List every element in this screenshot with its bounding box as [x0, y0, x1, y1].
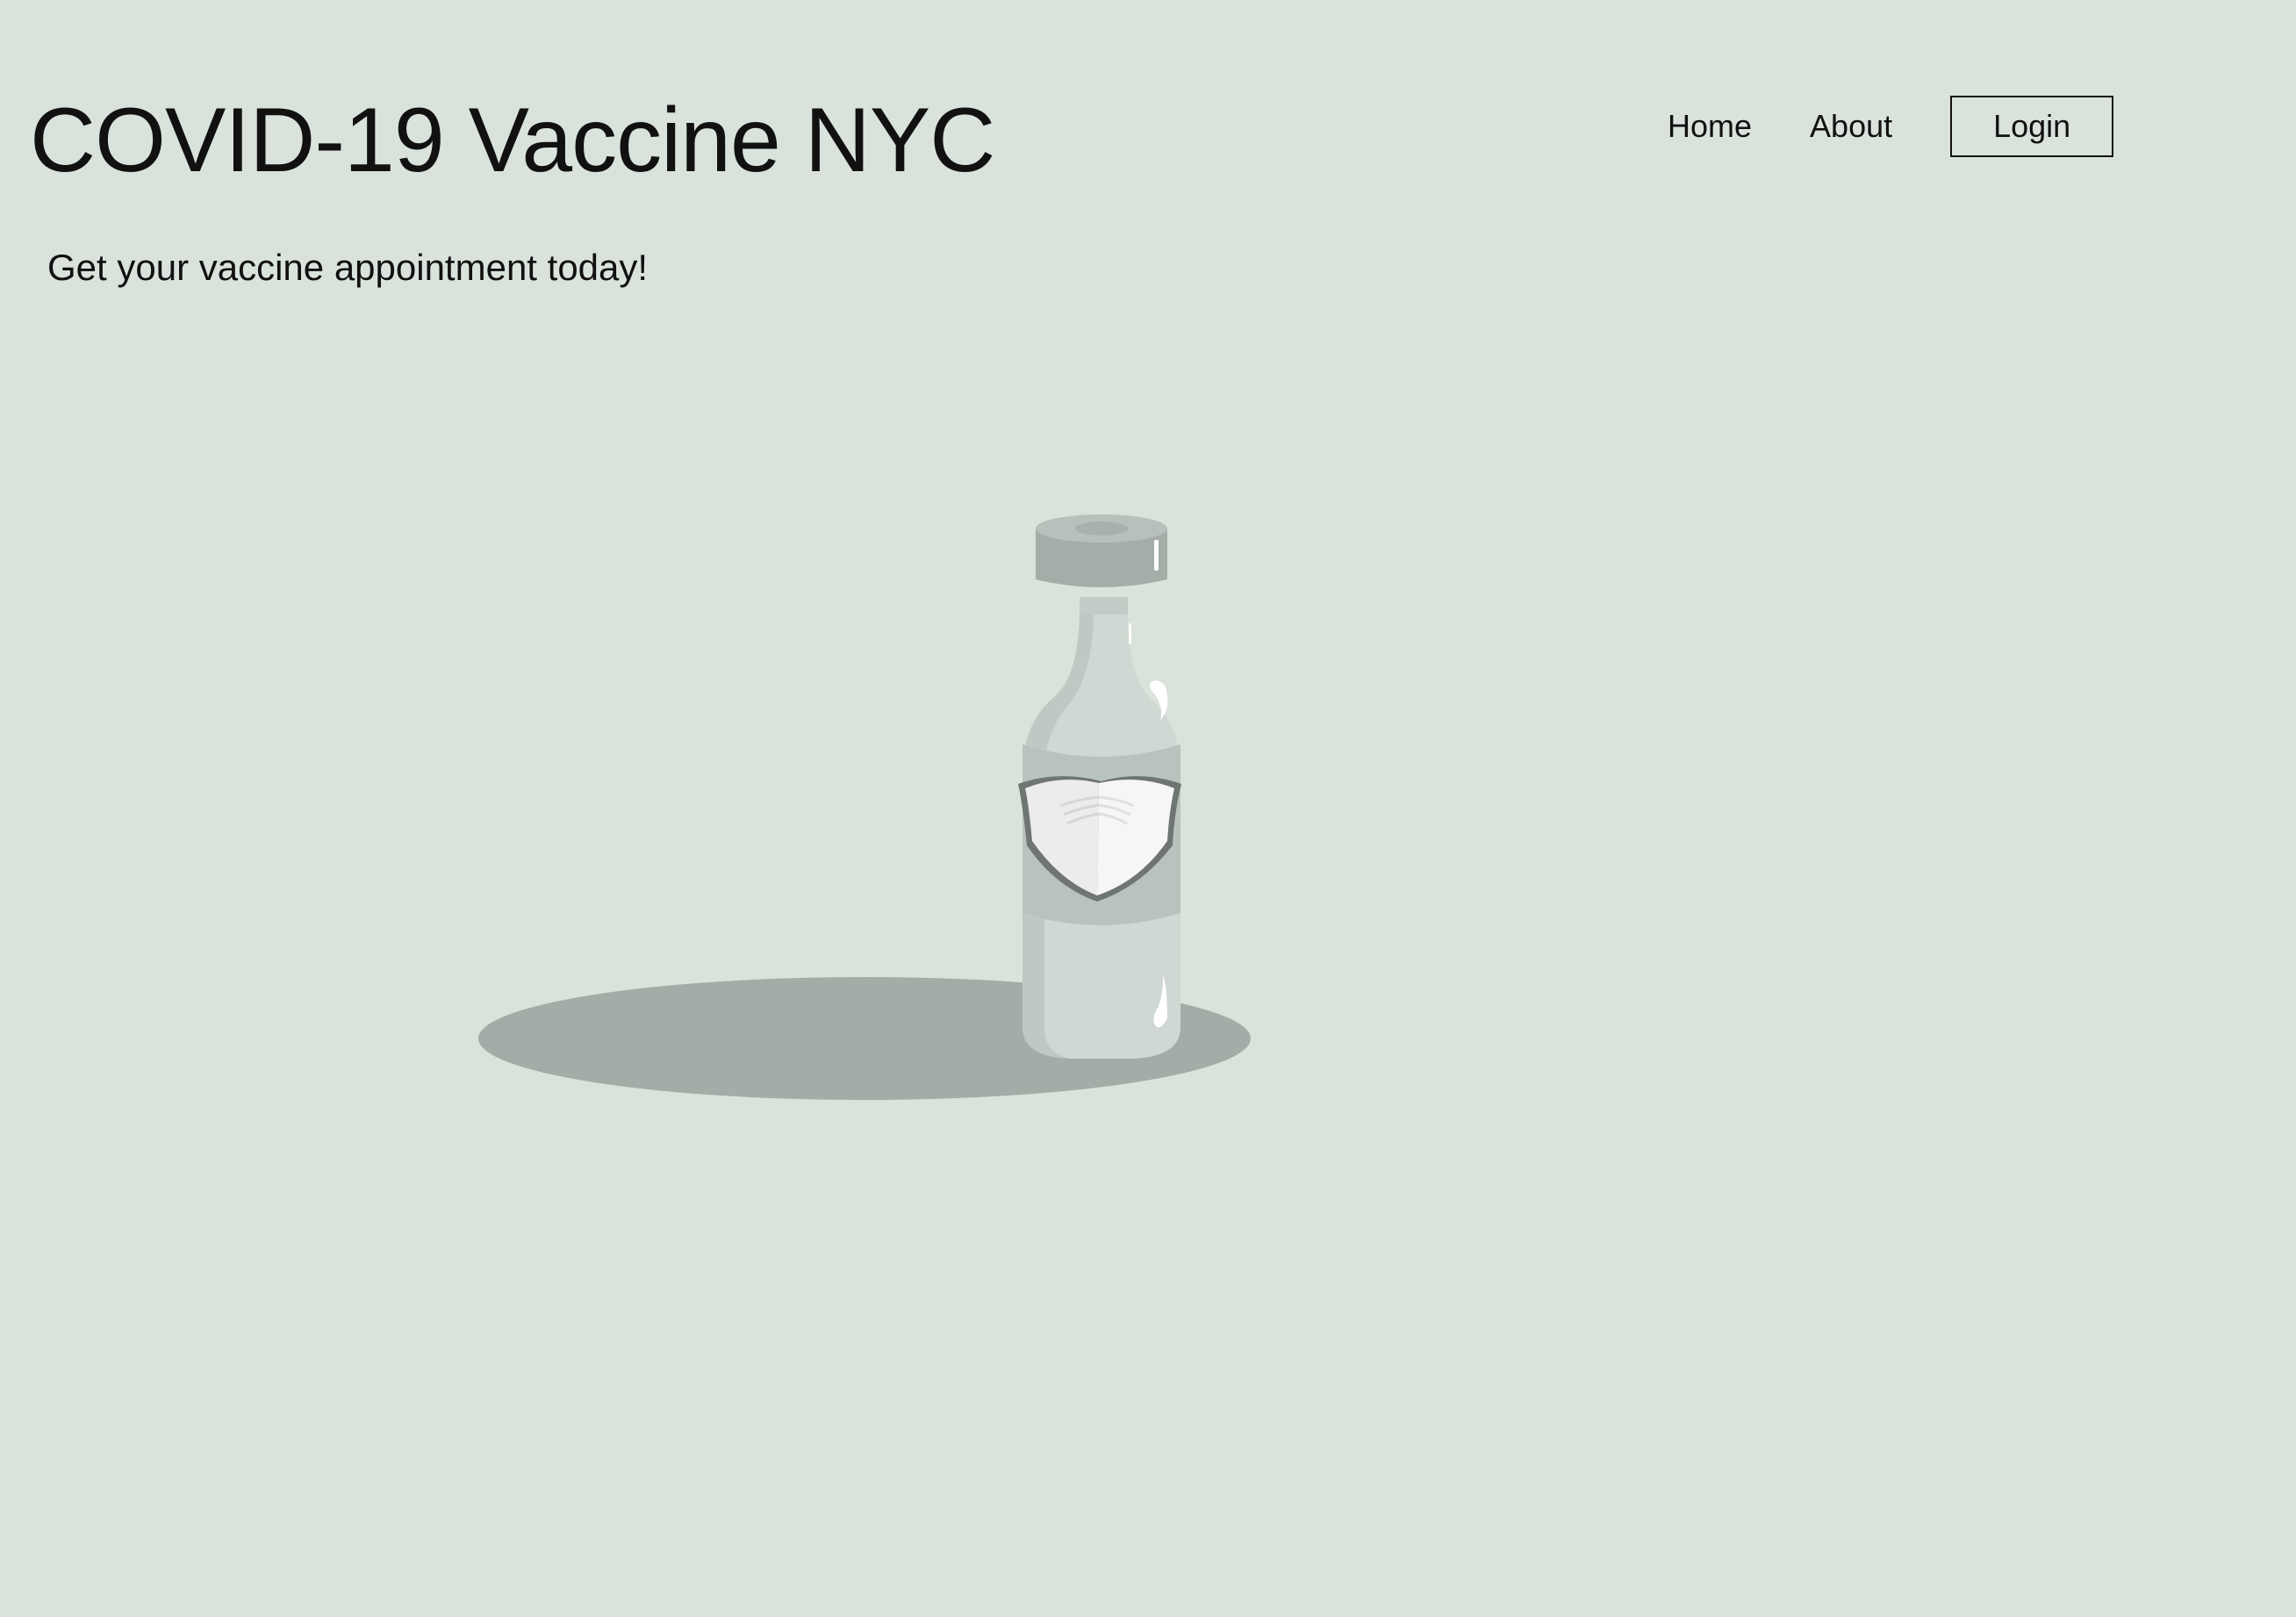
site-title: COVID-19 Vaccine NYC [30, 90, 995, 191]
nav-about-link[interactable]: About [1810, 111, 1892, 142]
vaccine-vial-illustration [478, 514, 1251, 1100]
nav-home-link[interactable]: Home [1668, 111, 1752, 142]
main-nav: Home About Login [1668, 95, 2114, 158]
login-button[interactable]: Login [1950, 96, 2114, 157]
tagline: Get your vaccine appointment today! [47, 247, 649, 288]
landing-page: COVID-19 Vaccine NYC Get your vaccine ap… [0, 0, 2296, 1617]
